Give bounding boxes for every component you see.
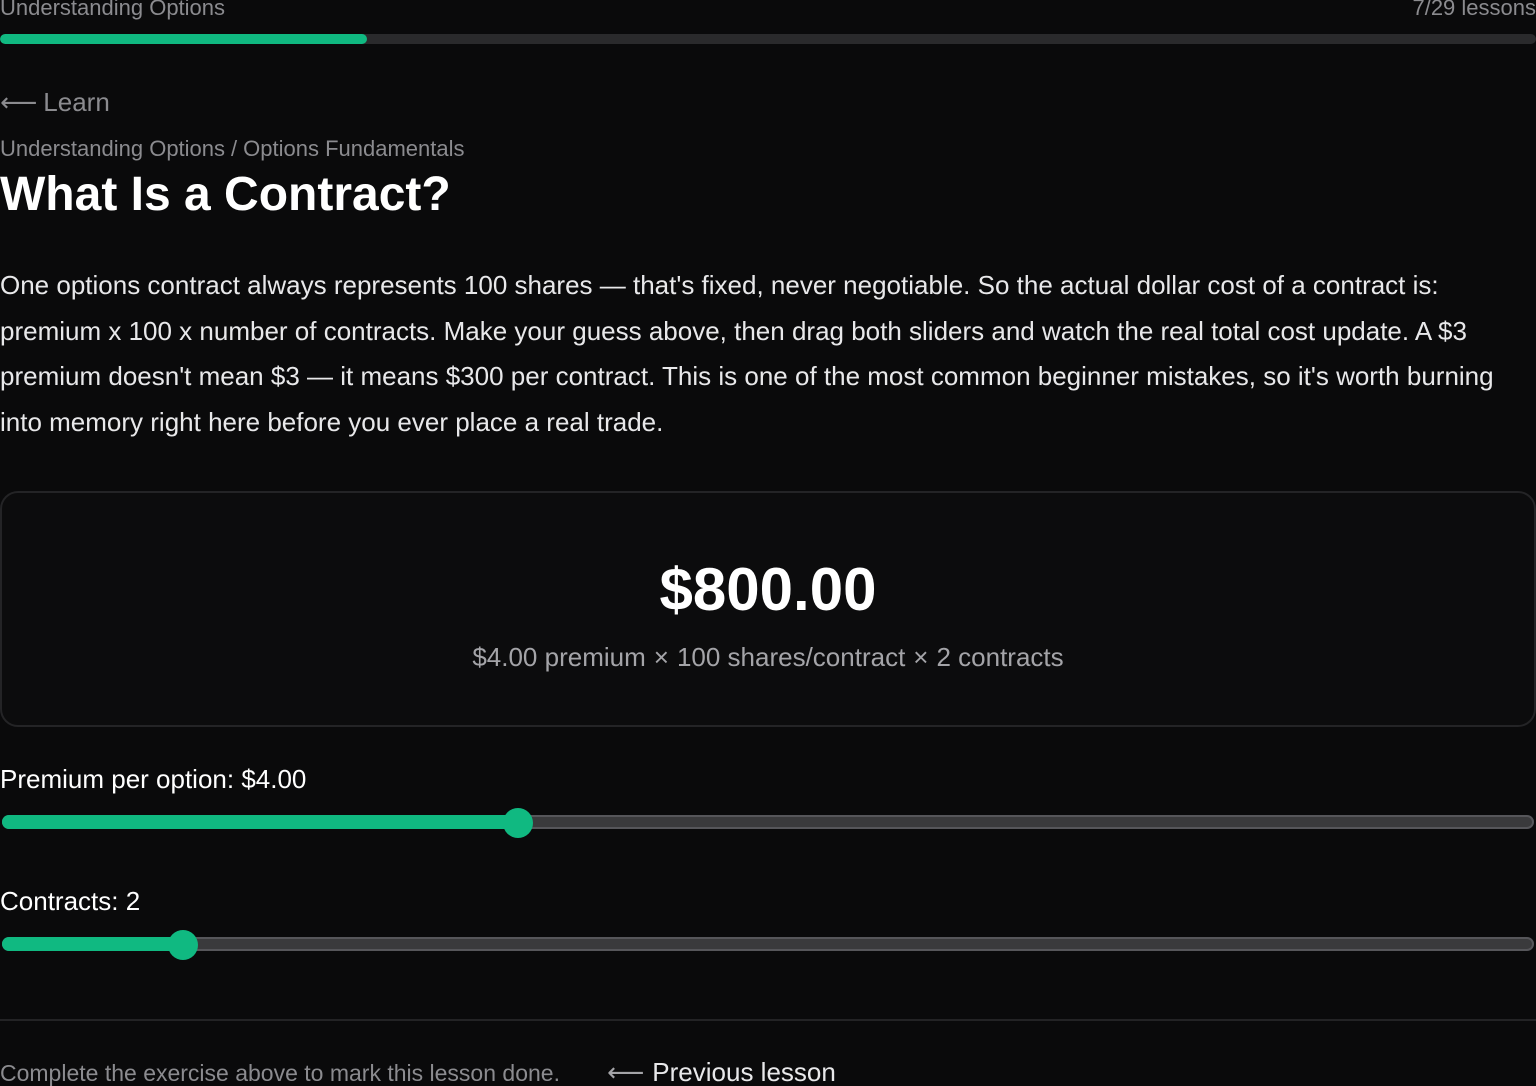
lesson-body-text: One options contract always represents 1… bbox=[0, 270, 1494, 437]
contracts-slider-fill bbox=[2, 937, 183, 951]
formula-shares: 100 shares/contract bbox=[676, 642, 906, 672]
back-link-label: Learn bbox=[43, 87, 110, 117]
course-progress-bar bbox=[0, 34, 1536, 44]
breadcrumb-separator: / bbox=[231, 136, 238, 161]
back-to-learn-link[interactable]: ⟵ Learn bbox=[0, 86, 110, 118]
completion-note: Complete the exercise above to mark this… bbox=[0, 1060, 560, 1086]
total-cost-value: $800.00 bbox=[659, 556, 877, 623]
premium-slider-fill bbox=[2, 815, 519, 829]
lesson-count: 7/29 lessons bbox=[1412, 0, 1536, 20]
contracts-slider-label: Contracts: 2 bbox=[0, 886, 141, 916]
breadcrumb-section: Options Fundamentals bbox=[243, 136, 465, 161]
contracts-slider-thumb[interactable] bbox=[167, 930, 198, 960]
previous-lesson-label: Previous lesson bbox=[652, 1057, 836, 1086]
arrow-left-icon: ⟵ bbox=[0, 87, 38, 117]
page-title: What Is a Contract? bbox=[0, 168, 451, 221]
times-icon: × bbox=[913, 642, 929, 672]
contracts-slider[interactable] bbox=[0, 929, 1536, 961]
breadcrumb-course: Understanding Options bbox=[0, 136, 226, 161]
premium-slider-label: Premium per option: $4.00 bbox=[0, 764, 307, 794]
previous-lesson-link[interactable]: ⟵ Previous lesson bbox=[607, 1056, 836, 1086]
course-title: Understanding Options bbox=[0, 0, 226, 20]
times-icon: × bbox=[653, 642, 669, 672]
arrow-left-icon: ⟵ bbox=[607, 1057, 645, 1086]
premium-slider-thumb[interactable] bbox=[503, 808, 534, 838]
contracts-slider-track bbox=[2, 937, 1534, 951]
cost-formula: $4.00 premium × 100 shares/contract × 2 cont… bbox=[2, 641, 1534, 673]
total-cost-card: $800.00 $4.00 premium × 100 shares/contrac… bbox=[0, 491, 1536, 727]
formula-contracts: 2 contracts bbox=[936, 642, 1064, 672]
course-progress-fill bbox=[0, 34, 368, 44]
breadcrumb: Understanding Options / Options Fundamenta… bbox=[0, 135, 465, 163]
footer-divider bbox=[0, 1019, 1536, 1021]
premium-slider[interactable] bbox=[0, 807, 1536, 839]
lesson-page: Understanding Options 7/29 lessons ⟵ Lear… bbox=[0, 0, 1536, 1086]
formula-premium: $4.00 premium bbox=[472, 642, 646, 672]
